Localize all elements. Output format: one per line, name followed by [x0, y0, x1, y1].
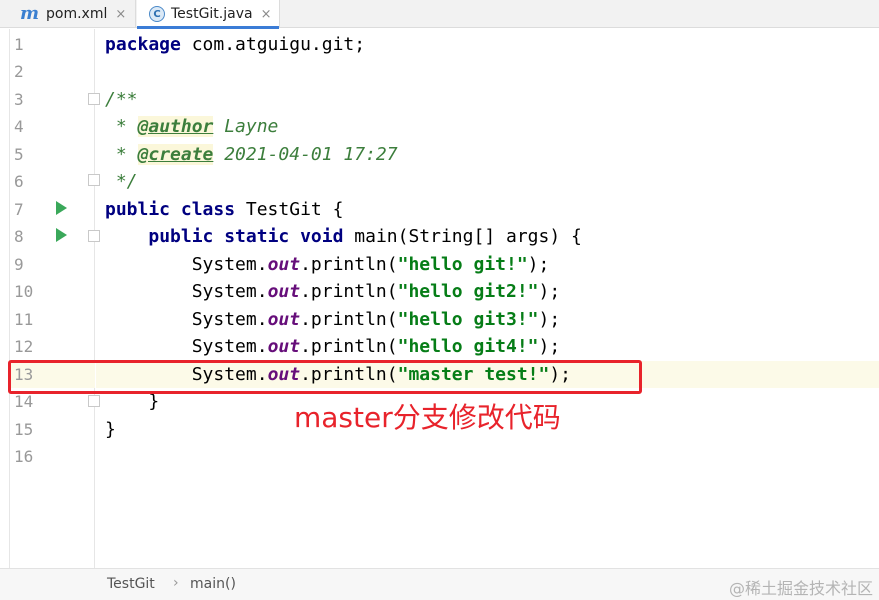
line-number: 5: [14, 145, 24, 164]
code-text: .println(: [300, 281, 398, 302]
code-text: );: [538, 309, 561, 330]
code-text: System.: [105, 281, 268, 302]
tab-label: pom.xml: [46, 6, 108, 22]
code-line: System.out.println("hello git2!");: [105, 278, 561, 305]
javadoc-tag: @author: [137, 116, 214, 137]
line-number: 7: [14, 200, 24, 219]
fold-icon[interactable]: [88, 230, 100, 242]
comment-text: Layne: [213, 116, 279, 137]
breadcrumb: TestGit › main() @稀土掘金技术社区: [0, 568, 879, 600]
code-text: );: [527, 254, 550, 275]
annotation-label: master分支修改代码: [294, 401, 561, 434]
annotation-highlight-box: [8, 360, 642, 394]
code-editor[interactable]: 1 2 3 4 5 6 7 8 9 10 11 12 13 14 15 16 p…: [0, 29, 879, 568]
comment-text: 2021-04-01 17:27: [213, 144, 398, 165]
editor-left-edge: [0, 29, 10, 568]
fold-icon[interactable]: [88, 395, 100, 407]
close-icon[interactable]: ×: [115, 7, 126, 22]
fold-icon[interactable]: [88, 93, 100, 105]
line-number: 2: [14, 62, 24, 81]
line-number: 15: [14, 420, 34, 439]
breadcrumb-separator-icon: ›: [173, 575, 179, 591]
comment-text: *: [105, 116, 138, 137]
code-line: System.out.println("hello git3!");: [105, 306, 561, 333]
code-line: * @author Layne: [105, 113, 278, 140]
tab-testgit-java[interactable]: C TestGit.java ×: [137, 0, 280, 29]
code-line: public static void main(String[] args) {: [105, 223, 582, 250]
comment-text: *: [105, 144, 138, 165]
code-text: com.atguigu.git;: [180, 34, 366, 55]
line-number: 16: [14, 447, 34, 466]
breadcrumb-method[interactable]: main(): [190, 576, 236, 592]
code-line: System.out.println("hello git4!");: [105, 333, 561, 360]
java-class-icon: C: [149, 6, 165, 22]
code-text: System.: [105, 254, 268, 275]
line-number: 4: [14, 117, 24, 136]
javadoc-tag: @create: [137, 144, 214, 165]
breadcrumb-class[interactable]: TestGit: [107, 576, 155, 592]
string-literal: "hello git!": [397, 254, 528, 275]
field-ref: out: [267, 309, 301, 330]
code-text: .println(: [300, 336, 398, 357]
string-literal: "hello git2!": [397, 281, 539, 302]
code-line: }: [105, 419, 116, 440]
field-ref: out: [267, 336, 301, 357]
line-number: 12: [14, 337, 34, 356]
field-ref: out: [267, 281, 301, 302]
keyword: public class: [105, 199, 236, 220]
code-text: );: [538, 336, 561, 357]
watermark: @稀土掘金技术社区: [728, 579, 873, 598]
line-number: 9: [14, 255, 24, 274]
code-text: main(String[] args) {: [343, 226, 582, 247]
run-icon[interactable]: [56, 228, 67, 242]
close-icon[interactable]: ×: [261, 7, 272, 22]
line-number: 8: [14, 227, 24, 246]
tab-label: TestGit.java: [171, 6, 253, 22]
code-text: System.: [105, 336, 268, 357]
code-line: /**: [105, 89, 138, 110]
line-number: 3: [14, 90, 24, 109]
code-text: System.: [105, 309, 268, 330]
fold-icon[interactable]: [88, 174, 100, 186]
code-line: System.out.println("hello git!");: [105, 251, 550, 278]
code-text: .println(: [300, 254, 398, 275]
line-number: 6: [14, 172, 24, 191]
line-number: 11: [14, 310, 34, 329]
line-number: 1: [14, 35, 24, 54]
tab-pom-xml[interactable]: m pom.xml ×: [0, 0, 136, 28]
code-text: );: [538, 281, 561, 302]
maven-m-icon: m: [20, 3, 40, 24]
line-number: 10: [14, 282, 34, 301]
field-ref: out: [267, 254, 301, 275]
keyword: package: [105, 34, 181, 55]
code-text: .println(: [300, 309, 398, 330]
string-literal: "hello git4!": [397, 336, 539, 357]
code-line: package com.atguigu.git;: [105, 31, 365, 58]
code-text: TestGit {: [235, 199, 344, 220]
editor-tab-bar: m pom.xml × C TestGit.java ×: [0, 0, 879, 29]
run-icon[interactable]: [56, 201, 67, 215]
code-line: */: [105, 171, 138, 192]
code-line: public class TestGit {: [105, 196, 343, 223]
keyword: public static void: [148, 226, 344, 247]
string-literal: "hello git3!": [397, 309, 539, 330]
code-line: * @create 2021-04-01 17:27: [105, 141, 398, 168]
